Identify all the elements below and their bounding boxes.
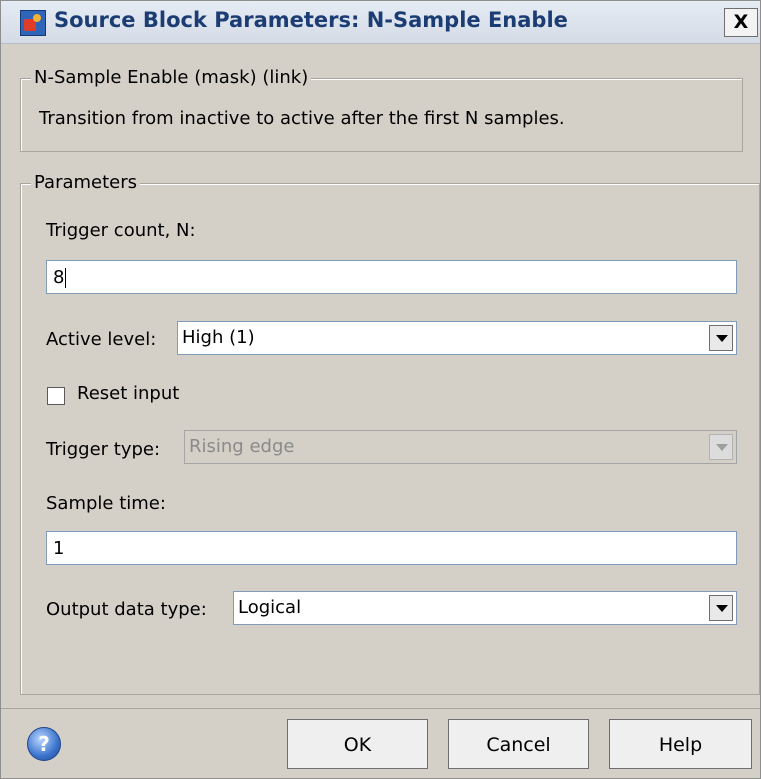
mask-group-legend: N-Sample Enable (mask) (link) [31,67,312,88]
parameters-group-legend: Parameters [31,172,141,193]
sample-time-value: 1 [53,538,65,559]
trigger-type-label: Trigger type: [46,439,161,460]
reset-input-label: Reset input [77,383,180,404]
sample-time-input[interactable]: 1 [46,531,737,565]
trigger-count-label: Trigger count, N: [46,220,196,241]
help-icon[interactable]: ? [27,727,61,761]
active-level-select[interactable]: High (1) [177,321,737,355]
chevron-down-icon[interactable] [709,595,733,621]
dialog-window: Source Block Parameters: N-Sample Enable… [0,0,761,779]
help-button[interactable]: Help [609,719,752,769]
cancel-button[interactable]: Cancel [448,719,589,769]
text-caret [65,268,67,288]
active-level-value: High (1) [182,327,255,348]
output-data-type-value: Logical [238,597,302,618]
close-button[interactable]: X [724,8,758,37]
mask-description-text: Transition from inactive to active after… [39,108,565,129]
chevron-down-icon [709,434,733,460]
simulink-block-icon [20,10,46,36]
trigger-count-value: 8 [53,267,65,288]
ok-button[interactable]: OK [287,719,428,769]
reset-input-checkbox[interactable] [47,387,65,405]
trigger-type-select: Rising edge [184,430,737,464]
window-title: Source Block Parameters: N-Sample Enable [54,8,568,32]
sample-time-label: Sample time: [46,493,166,514]
footer-separator [1,708,760,709]
title-bar[interactable]: Source Block Parameters: N-Sample Enable… [1,1,760,44]
active-level-label: Active level: [46,329,157,350]
chevron-down-icon[interactable] [709,325,733,351]
trigger-type-value: Rising edge [189,436,295,457]
output-data-type-select[interactable]: Logical [233,591,737,625]
trigger-count-input[interactable]: 8 [46,260,737,294]
output-data-type-label: Output data type: [46,599,207,620]
